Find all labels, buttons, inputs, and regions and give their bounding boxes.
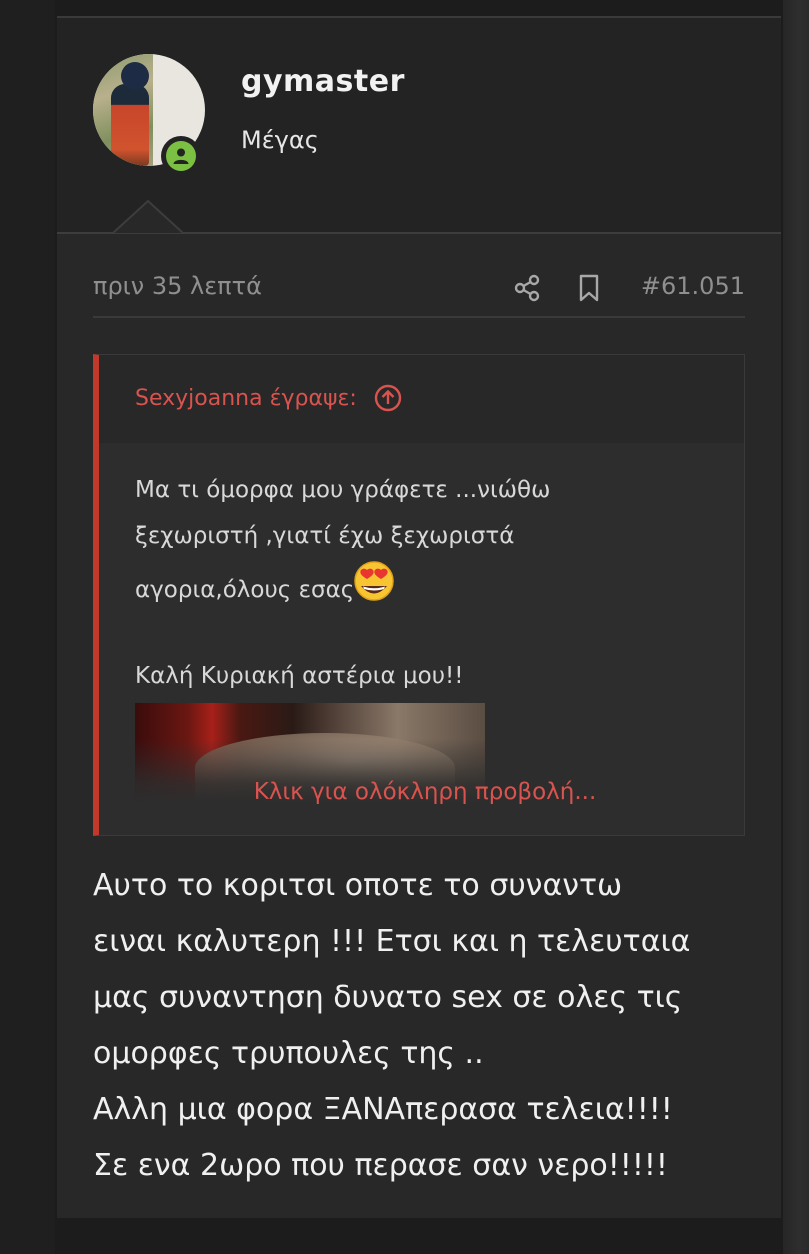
post-line: Σε ενα 2ωρο που περασε σαν νερο!!!!!: [93, 1148, 668, 1183]
quote-header: Sexyjoanna έγραψε:: [99, 355, 744, 443]
forum-post: gymaster Μέγας πριν 35 λεπτά #61.051 Sex: [57, 16, 781, 1218]
avatar-head: [121, 62, 149, 90]
quote-author-link[interactable]: Sexyjoanna έγραψε:: [135, 383, 403, 413]
post-number-link[interactable]: #61.051: [641, 272, 745, 300]
post-line: ομορφες τρυπουλες της ..: [93, 1036, 484, 1071]
quote-line: αγορια,όλους εσας: [135, 577, 355, 603]
quote-author-label: Sexyjoanna έγραψε:: [135, 385, 357, 411]
post-line: Αλλη μια φορα ΞΑΝΑπερασα τελεια!!!!: [93, 1092, 673, 1127]
online-status-badge: [161, 136, 201, 176]
post-message: Αυτο το κοριτσι οποτε το συναντω ειναι κ…: [93, 858, 773, 1194]
post-line: Αυτο το κοριτσι οποτε το συναντω: [93, 868, 623, 903]
page-gutter-right: [783, 0, 809, 1254]
user-title: Μέγας: [241, 126, 319, 154]
header-pointer-arrow: [113, 200, 183, 234]
share-icon[interactable]: [513, 274, 541, 302]
quote-line: ξεχωριστή ,γιατί έχω ξεχωριστά: [135, 523, 515, 549]
avatar-figure: [111, 84, 149, 166]
post-timestamp[interactable]: πριν 35 λεπτά: [93, 272, 262, 300]
heart-eyes-emoji-icon: [354, 561, 394, 601]
username-link[interactable]: gymaster: [241, 64, 405, 99]
quote-line-with-emoji: αγορια,όλους εσας: [135, 559, 715, 613]
post-line: μας συναντηση δυνατο sex σε ολες τις: [93, 980, 683, 1015]
quote-greeting: Καλή Κυριακή αστέρια μου!!: [135, 663, 464, 689]
page-gutter-left: [0, 0, 55, 1254]
online-user-icon: [166, 141, 196, 171]
quote-line: Μα τι όμορφα μου γράφετε ...νιώθω: [135, 477, 551, 503]
quote-block: Sexyjoanna έγραψε: Μα τι όμορφα μου γράφ…: [93, 354, 745, 836]
jump-to-quote-icon[interactable]: [373, 383, 403, 413]
quote-spacer: [135, 613, 715, 653]
quote-content: Μα τι όμορφα μου γράφετε ...νιώθω ξεχωρι…: [135, 467, 715, 699]
expand-quote-link[interactable]: Κλικ για ολόκληρη προβολή...: [135, 779, 715, 805]
post-meta-row: πριν 35 λεπτά #61.051: [93, 266, 745, 318]
post-line: ειναι καλυτερη !!! Ετσι και η τελευταια: [93, 924, 691, 959]
bookmark-icon[interactable]: [577, 274, 601, 302]
